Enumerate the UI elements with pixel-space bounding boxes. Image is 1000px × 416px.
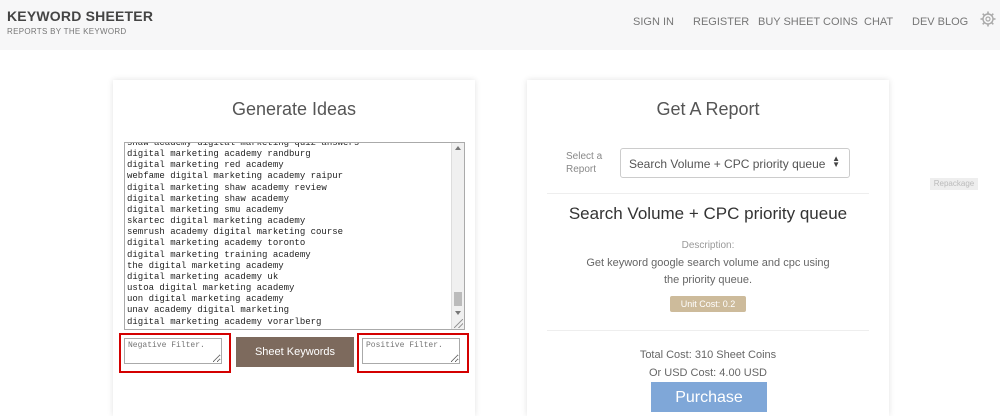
unit-cost-badge: Unit Cost: 0.2 (670, 296, 746, 312)
negative-filter-highlight (119, 333, 231, 373)
report-select-value: Search Volume + CPC priority queue (629, 157, 826, 171)
keyword-line: skartec digital marketing academy (127, 216, 306, 227)
nav-dev-blog[interactable]: DEV BLOG (912, 16, 968, 28)
usd-cost: Or USD Cost: 4.00 USD (649, 367, 767, 379)
brand-title[interactable]: KEYWORD SHEETER (7, 8, 153, 24)
keyword-line: digital marketing red academy (127, 160, 284, 171)
scroll-down-icon[interactable] (455, 311, 461, 315)
scroll-up-icon[interactable] (455, 146, 461, 150)
divider (547, 193, 869, 194)
get-report-title: Get A Report (656, 99, 760, 119)
gear-icon[interactable] (980, 11, 996, 27)
negative-filter-input[interactable] (124, 338, 222, 364)
sheet-keywords-button[interactable]: Sheet Keywords (236, 337, 354, 367)
top-navbar: KEYWORD SHEETER REPORTS BY THE KEYWORD S… (0, 0, 1000, 50)
generate-ideas-title: Generate Ideas (231, 99, 357, 119)
description-text: Get keyword google search volume and cpc… (586, 257, 830, 286)
divider (547, 330, 869, 331)
brand-subtitle: REPORTS BY THE KEYWORD (7, 27, 127, 36)
report-name: Search Volume + CPC priority queue (568, 204, 848, 223)
nav-sign-in[interactable]: SIGN IN (633, 16, 674, 28)
keyword-line: ustoa digital marketing academy (127, 283, 295, 294)
nav-buy-sheet-coins[interactable]: BUY SHEET COINS (758, 16, 858, 28)
keyword-line: digital marketing smu academy (127, 204, 284, 215)
keyword-line: the digital marketing academy (127, 260, 284, 271)
keyword-line: uon digital marketing academy (127, 294, 284, 305)
keyword-line: digital marketing training academy (127, 249, 311, 260)
select-arrows-icon: ▲ ▼ (832, 154, 840, 169)
keyword-line: digital marketing shaw academy review (127, 182, 327, 193)
keyword-line: digital marketing academy uk (127, 271, 279, 282)
keywords-scrollbar[interactable] (451, 143, 464, 329)
keyword-line: digital marketing academy toronto (127, 238, 306, 249)
keyword-line: shaw academy digital marketing quiz answ… (127, 142, 360, 148)
report-select[interactable]: Search Volume + CPC priority queue ▲ ▼ (620, 148, 850, 178)
nav-chat[interactable]: CHAT (864, 16, 893, 28)
description-label: Description: (681, 240, 735, 251)
keyword-line: digital marketing academy vorarlberg (127, 316, 322, 327)
positive-filter-highlight (357, 333, 469, 373)
purchase-button[interactable]: Purchase (651, 382, 767, 412)
positive-filter-input[interactable] (362, 338, 460, 364)
keywords-textarea[interactable]: shaw academy digital marketing quiz answ… (124, 142, 465, 330)
keyword-list: shaw academy digital marketing quiz answ… (127, 142, 453, 328)
resize-grip-icon[interactable] (454, 319, 463, 328)
total-cost: Total Cost: 310 Sheet Coins (639, 349, 777, 361)
keyword-line: digital marketing shaw academy (127, 193, 290, 204)
nav-register[interactable]: REGISTER (693, 16, 749, 28)
repackage-tag[interactable]: Repackage (930, 178, 978, 190)
get-report-panel: Get A Report Select a Report Search Volu… (527, 80, 889, 416)
keyword-line: semrush academy digital marketing course (127, 227, 344, 238)
select-report-label: Select a Report (566, 151, 603, 175)
keyword-line: webfame digital marketing academy raipur (127, 171, 344, 182)
keyword-line: digital marketing academy randburg (127, 149, 311, 160)
scroll-thumb[interactable] (454, 292, 462, 306)
generate-ideas-panel: Generate Ideas shaw academy digital mark… (113, 80, 475, 416)
keyword-line: unav academy digital marketing (127, 305, 290, 316)
